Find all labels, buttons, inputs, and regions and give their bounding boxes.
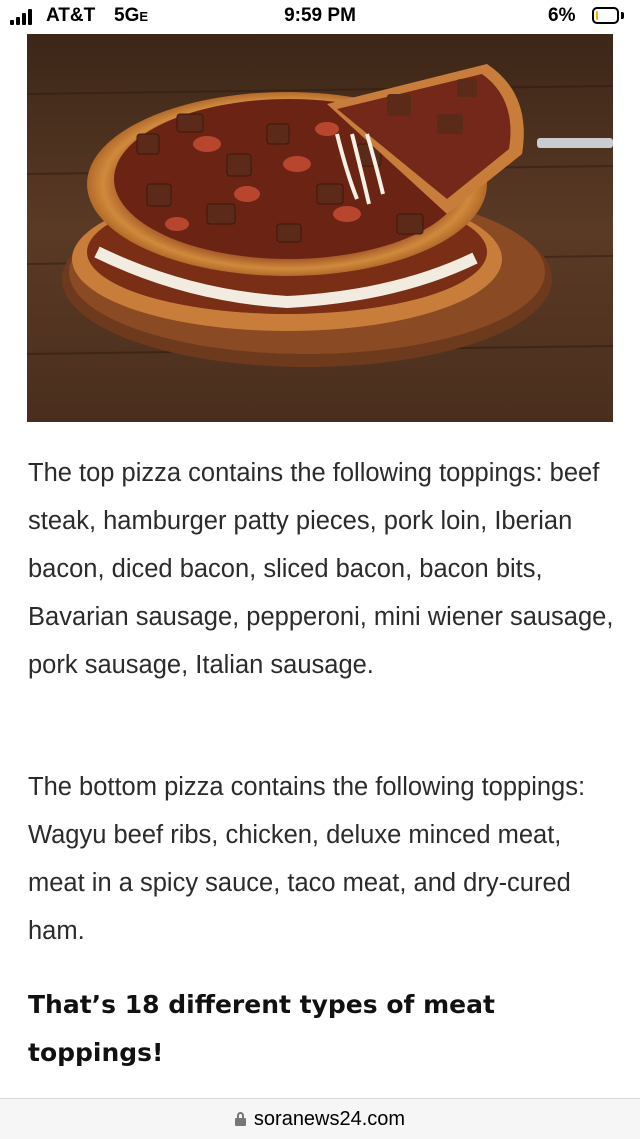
battery-percent: 6% [548, 5, 576, 26]
url-bar[interactable]: soranews24.com [0, 1098, 640, 1139]
article-paragraph: The top pizza contains the following top… [28, 459, 614, 679]
article-conclusion: That’s 18 different types of meat toppin… [28, 990, 495, 1067]
battery-icon [592, 7, 619, 24]
url-domain[interactable]: soranews24.com [254, 1108, 405, 1130]
battery-level-fill [596, 11, 598, 20]
lock-icon [234, 1112, 246, 1126]
pizza-photo [27, 34, 613, 422]
status-time: 9:59 PM [284, 5, 356, 26]
battery-tip [621, 12, 624, 19]
article-paragraph: The bottom pizza contains the following … [28, 773, 586, 945]
url-display[interactable]: soranews24.com [0, 1108, 640, 1131]
status-bar: AT&T 5GE 9:59 PM 6% [0, 0, 640, 34]
